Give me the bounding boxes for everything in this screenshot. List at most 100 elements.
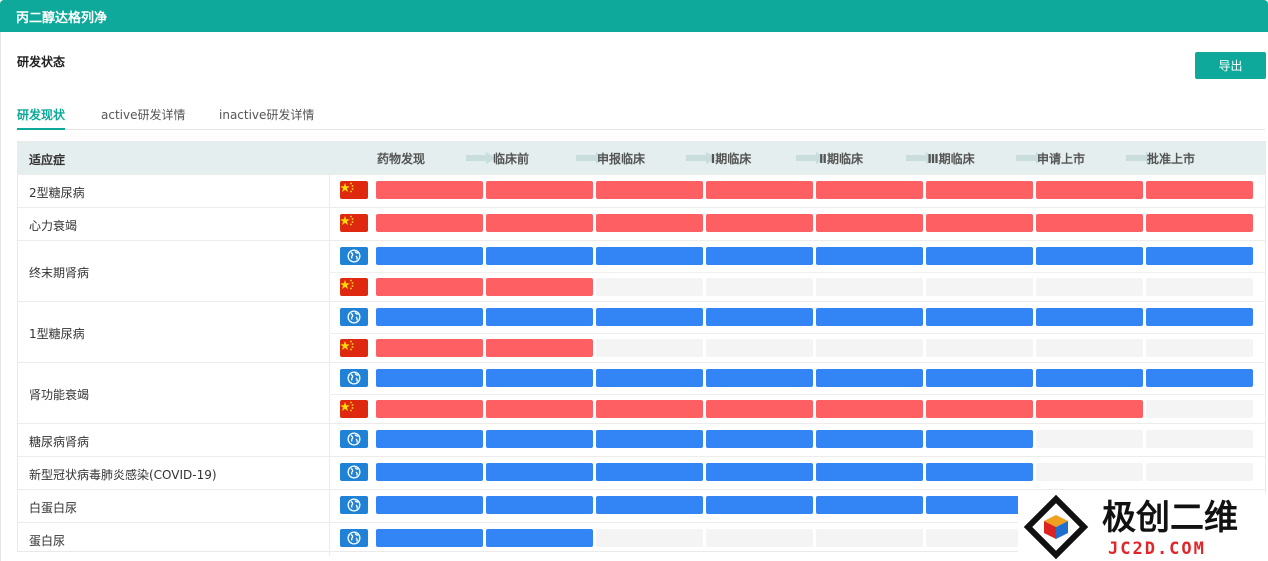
stage-bar-filled-global	[376, 369, 483, 387]
stage-bar-filled-global	[706, 463, 813, 481]
stage-bar-filled-china	[486, 214, 593, 232]
globe-icon	[340, 463, 368, 481]
stage-bar-empty-global	[926, 529, 1033, 547]
stage-bar-filled-global	[486, 308, 593, 326]
stage-bar-filled-china	[486, 181, 593, 199]
stage-bar-filled-china	[706, 214, 813, 232]
stage-bar-filled-global	[486, 463, 593, 481]
column-divider	[329, 175, 330, 208]
stage-bar-filled-global	[1146, 247, 1253, 265]
stage-bar-empty-china	[926, 338, 1033, 357]
indication-row: 1型糖尿病	[18, 301, 1265, 363]
column-divider	[329, 208, 330, 241]
stage-header: 申报临床	[596, 152, 645, 166]
column-divider	[329, 523, 330, 556]
stage-bar-filled-global	[706, 369, 813, 387]
china-flag-icon	[340, 399, 368, 418]
stage-bar-filled-china	[816, 399, 923, 418]
stage-bar-filled-china	[596, 399, 703, 418]
stage-bar-filled-china	[816, 214, 923, 232]
column-divider	[329, 490, 330, 523]
stage-bar-filled-global	[706, 308, 813, 326]
indication-label: 白蛋白尿	[29, 500, 78, 515]
drug-title: 丙二醇达格列净	[16, 11, 108, 26]
stage-bar-filled-global	[816, 496, 923, 514]
globe-icon	[340, 496, 368, 514]
stage-bar-filled-global	[376, 430, 483, 448]
stage-bar-filled-global	[1036, 308, 1143, 326]
stage-bar-filled-global	[596, 430, 703, 448]
indication-column-header: 适应症	[29, 153, 66, 167]
stage-bar-filled-china	[926, 214, 1033, 232]
export-button[interactable]: 导出	[1195, 52, 1266, 79]
stage-bar-empty-china	[596, 338, 703, 357]
stage-bar-filled-global	[926, 496, 1033, 514]
stage-bar-empty-global	[816, 529, 923, 547]
stage-header: 药物发现	[376, 152, 425, 166]
china-flag-icon	[340, 214, 368, 232]
track-separator	[329, 393, 1265, 395]
rd-status-card: 研发状态 导出 研发现状 active研发详情 inactive研发详情 适应症…	[0, 32, 1268, 561]
stage-bar-empty-china	[596, 277, 703, 296]
stage-bar-filled-china	[816, 181, 923, 199]
stage-bar-filled-global	[376, 529, 483, 547]
pipeline-table: 适应症 药物发现 临床前 申报临床 Ⅰ期临床 Ⅱ期临床 Ⅲ期临床 申请上市 批准上市 2型糖尿…	[17, 141, 1266, 556]
stage-bar-filled-global	[926, 369, 1033, 387]
stage-bar-empty-china	[1146, 338, 1253, 357]
china-flag-icon	[340, 338, 368, 357]
stage-bar-filled-global	[596, 463, 703, 481]
stage-bar-filled-global	[596, 496, 703, 514]
stage-bar-filled-global	[926, 430, 1033, 448]
stage-bar-empty-global	[1036, 463, 1143, 481]
tab-rd-status[interactable]: 研发现状	[17, 106, 66, 130]
tab-active-details[interactable]: active研发详情	[101, 106, 185, 130]
stage-bar-empty-global	[1146, 430, 1253, 448]
stage-bar-filled-global	[486, 369, 593, 387]
stage-bar-filled-global	[706, 496, 813, 514]
indication-label: 1型糖尿病	[29, 326, 85, 341]
indication-label: 终末期肾病	[29, 265, 90, 280]
track-separator	[329, 271, 1265, 273]
stage-header: 临床前	[492, 152, 529, 166]
svg-text:JC2D.COM: JC2D.COM	[1108, 539, 1206, 559]
stage-bar-filled-global	[816, 463, 923, 481]
stage-bar-filled-china	[1146, 181, 1253, 199]
stage-bar-filled-china	[926, 399, 1033, 418]
globe-icon	[340, 369, 368, 387]
stage-bar-filled-global	[1036, 247, 1143, 265]
stage-bar-filled-global	[596, 247, 703, 265]
stage-bar-empty-china	[1146, 399, 1253, 418]
globe-icon	[340, 308, 368, 326]
stage-bar-filled-global	[706, 247, 813, 265]
section-title: 研发状态	[17, 55, 66, 69]
stage-bar-filled-china	[926, 181, 1033, 199]
column-divider	[329, 457, 330, 490]
page-header: 丙二醇达格列净	[0, 0, 1268, 32]
stage-bar-filled-global	[926, 247, 1033, 265]
stage-bar-empty-china	[816, 338, 923, 357]
stage-bar-filled-global	[486, 496, 593, 514]
stage-bar-filled-global	[376, 463, 483, 481]
stage-bar-empty-china	[706, 338, 813, 357]
stage-bar-filled-global	[486, 529, 593, 547]
stage-bar-filled-global	[816, 308, 923, 326]
tab-inactive-details[interactable]: inactive研发详情	[219, 106, 314, 130]
stage-header: 申请上市	[1036, 152, 1085, 166]
stage-bar-filled-china	[1146, 214, 1253, 232]
stage-bar-filled-global	[1036, 369, 1143, 387]
stage-bar-filled-china	[1036, 214, 1143, 232]
stage-bar-filled-global	[706, 430, 813, 448]
stage-bar-filled-global	[816, 430, 923, 448]
stage-bar-filled-china	[376, 338, 483, 357]
china-flag-icon	[340, 181, 368, 199]
stage-bar-filled-china	[486, 277, 593, 296]
stage-header: Ⅰ期临床	[710, 152, 752, 166]
track-separator	[329, 332, 1265, 334]
svg-text:极创二维: 极创二维	[1102, 498, 1238, 538]
stage-bar-empty-china	[1036, 277, 1143, 296]
indication-label: 肾功能衰竭	[29, 387, 90, 402]
stage-bar-empty-global	[706, 529, 813, 547]
stage-bar-filled-china	[1036, 181, 1143, 199]
stage-bar-filled-global	[926, 308, 1033, 326]
globe-icon	[340, 529, 368, 547]
